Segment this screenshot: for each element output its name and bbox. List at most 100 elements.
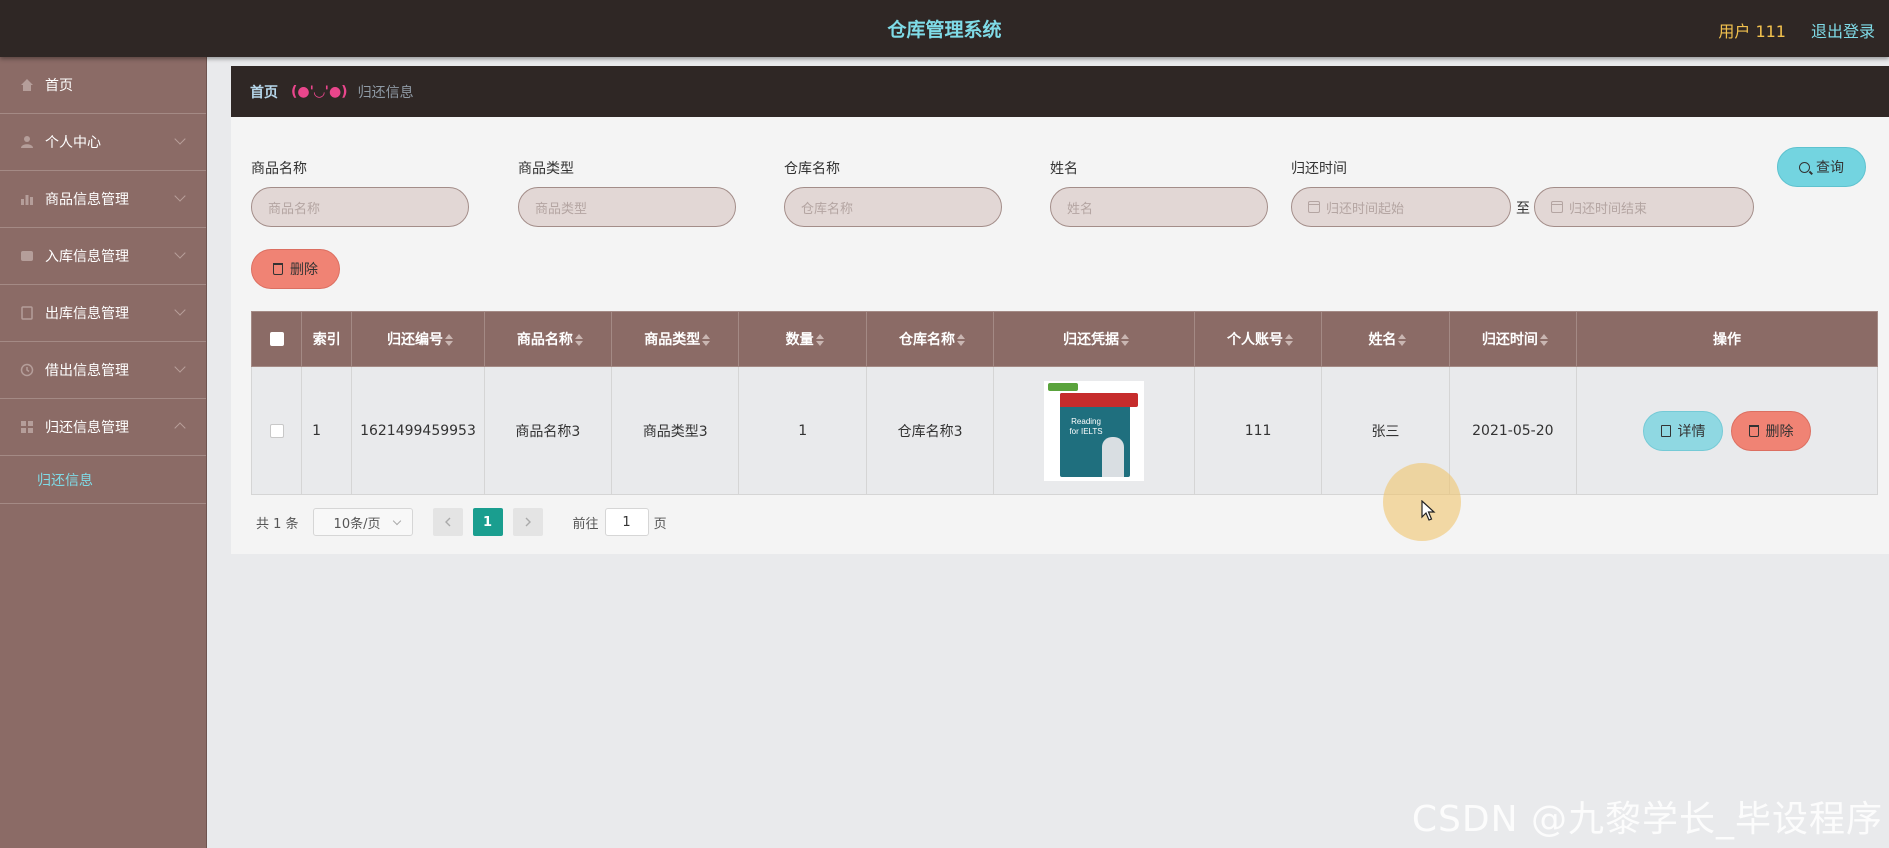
placeholder-text: 姓名 — [1067, 201, 1094, 217]
query-button[interactable]: 查询 — [1777, 147, 1866, 187]
voucher-image[interactable]: Reading for IELTS — [1044, 380, 1145, 481]
column-header[interactable]: 归还凭据 — [993, 311, 1195, 367]
column-header-label: 姓名 — [1368, 332, 1397, 348]
trash-icon — [1748, 424, 1759, 437]
placeholder-text: 商品类型 — [535, 201, 588, 217]
home-icon — [20, 78, 34, 92]
placeholder-text: 仓库名称 — [801, 201, 854, 217]
pagination-total: 共 1 条 — [256, 516, 299, 532]
cell-actions: 详情 删除 — [1576, 366, 1878, 495]
product-name-input[interactable]: 商品名称 — [251, 187, 469, 227]
column-header-label: 归还时间 — [1481, 332, 1538, 348]
sidebar-item-return[interactable]: 归还信息管理 — [0, 399, 206, 456]
return-time-start-input[interactable]: 归还时间起始 — [1291, 187, 1511, 227]
prev-page-button[interactable] — [432, 508, 463, 536]
cell-return-time: 2021-05-20 — [1448, 366, 1578, 495]
cell-index: 1 — [301, 366, 353, 495]
page-number-current[interactable]: 1 — [472, 508, 503, 536]
return-time-end-input[interactable]: 归还时间结束 — [1534, 187, 1754, 227]
row-checkbox[interactable] — [269, 423, 284, 438]
column-header[interactable]: 仓库名称 — [865, 311, 995, 367]
goto-prefix: 前往 — [572, 516, 599, 532]
column-header[interactable]: 归还编号 — [351, 311, 485, 367]
product-type-label: 商品类型 — [518, 161, 574, 177]
return-time-label: 归还时间 — [1291, 161, 1347, 177]
cell-return-no: 1621499459953 — [351, 366, 485, 495]
return-info-table: 索引 归还编号 商品名称 商品类型 数量 仓库名称 归还凭据 个人账号 姓名 归… — [250, 311, 1878, 495]
sidebar-item-label: 首页 — [45, 78, 73, 94]
breadcrumb-current: 归还信息 — [357, 84, 414, 101]
goto-suffix: 页 — [653, 516, 667, 532]
cell-voucher: Reading for IELTS — [993, 366, 1195, 495]
person-name-label: 姓名 — [1050, 161, 1078, 177]
cover-figure — [1102, 436, 1125, 477]
column-header-label: 操作 — [1713, 332, 1742, 348]
row-select-cell — [250, 366, 303, 495]
select-all-checkbox[interactable] — [269, 332, 284, 346]
cell-product-type: 商品类型3 — [611, 366, 740, 495]
chart-icon — [20, 192, 34, 206]
column-header-label: 商品类型 — [644, 332, 701, 348]
breadcrumb-home[interactable]: 首页 — [250, 82, 278, 102]
page-size-select[interactable]: 10条/页 — [312, 508, 413, 536]
column-header-label: 仓库名称 — [899, 332, 956, 348]
table-row: 1 1621499459953 商品名称3 商品类型3 1 仓库名称3 Read… — [250, 366, 1878, 495]
content-panel: 商品名称 商品名称 商品类型 商品类型 仓库名称 仓库名称 姓名 姓名 归还时间… — [231, 117, 1889, 554]
column-header[interactable]: 归还时间 — [1448, 311, 1578, 367]
placeholder-text: 归还时间起始 — [1326, 201, 1405, 217]
cell-account: 111 — [1193, 366, 1323, 495]
warehouse-name-input[interactable]: 仓库名称 — [784, 187, 1002, 227]
column-header[interactable]: 个人账号 — [1193, 311, 1323, 367]
batch-delete-button[interactable]: 删除 — [251, 249, 340, 289]
pagination: 共 1 条 10条/页 1 前往 1 页 — [256, 508, 667, 536]
column-header-label: 索引 — [312, 332, 341, 348]
product-type-input[interactable]: 商品类型 — [518, 187, 736, 227]
logout-link[interactable]: 退出登录 — [1811, 18, 1875, 42]
chevron-down-icon — [174, 133, 186, 145]
current-user: 用户 111 — [1718, 22, 1786, 41]
file-icon — [20, 306, 34, 320]
app-title: 仓库管理系统 — [887, 19, 1002, 41]
watermark: CSDN @九黎学长_毕设程序 — [1411, 799, 1883, 840]
delete-button-label: 删除 — [290, 262, 318, 278]
column-header[interactable]: 姓名 — [1321, 311, 1450, 367]
goto-page-input[interactable]: 1 — [604, 508, 649, 536]
column-header-label: 个人账号 — [1227, 332, 1284, 348]
document-icon — [1660, 424, 1671, 437]
sidebar-subitem-return-info[interactable]: 归还信息 — [0, 456, 206, 504]
table-header-row: 索引 归还编号 商品名称 商品类型 数量 仓库名称 归还凭据 个人账号 姓名 归… — [250, 311, 1878, 367]
column-header-label: 归还凭据 — [1063, 332, 1120, 348]
sidebar-item-label: 商品信息管理 — [45, 192, 129, 208]
detail-button[interactable]: 详情 — [1643, 410, 1724, 451]
user-icon — [20, 135, 34, 149]
sidebar-item-stock-out[interactable]: 出库信息管理 — [0, 285, 206, 342]
column-header-label: 商品名称 — [516, 332, 573, 348]
cell-quantity: 1 — [738, 366, 867, 495]
column-header[interactable]: 商品类型 — [611, 311, 740, 367]
sidebar-item-home[interactable]: 首页 — [0, 57, 206, 114]
sidebar-item-personal-center[interactable]: 个人中心 — [0, 114, 206, 171]
sidebar-item-stock-in[interactable]: 入库信息管理 — [0, 228, 206, 285]
search-icon — [1799, 161, 1810, 173]
person-name-input[interactable]: 姓名 — [1050, 187, 1268, 227]
column-header[interactable]: 商品名称 — [483, 311, 613, 367]
sidebar-item-label: 入库信息管理 — [45, 249, 129, 265]
chevron-down-icon — [174, 304, 186, 316]
column-header[interactable]: 数量 — [738, 311, 867, 367]
row-delete-button[interactable]: 删除 — [1731, 410, 1812, 451]
column-header-label: 归还编号 — [386, 332, 443, 348]
column-header: 索引 — [301, 311, 353, 367]
select-all-cell — [250, 311, 303, 367]
book-title: Reading for IELTS — [1069, 416, 1103, 436]
chevron-left-icon — [444, 517, 451, 527]
cell-warehouse: 仓库名称3 — [865, 366, 995, 495]
next-page-button[interactable] — [512, 508, 543, 536]
product-name-label: 商品名称 — [251, 161, 307, 177]
sidebar-item-label: 归还信息管理 — [45, 420, 129, 436]
sidebar-item-lend-out[interactable]: 借出信息管理 — [0, 342, 206, 399]
column-header: 操作 — [1576, 311, 1878, 367]
sidebar-item-product-info[interactable]: 商品信息管理 — [0, 171, 206, 228]
calendar-icon — [1551, 201, 1563, 213]
cover-badge — [1120, 392, 1139, 407]
chevron-right-icon — [525, 517, 531, 527]
